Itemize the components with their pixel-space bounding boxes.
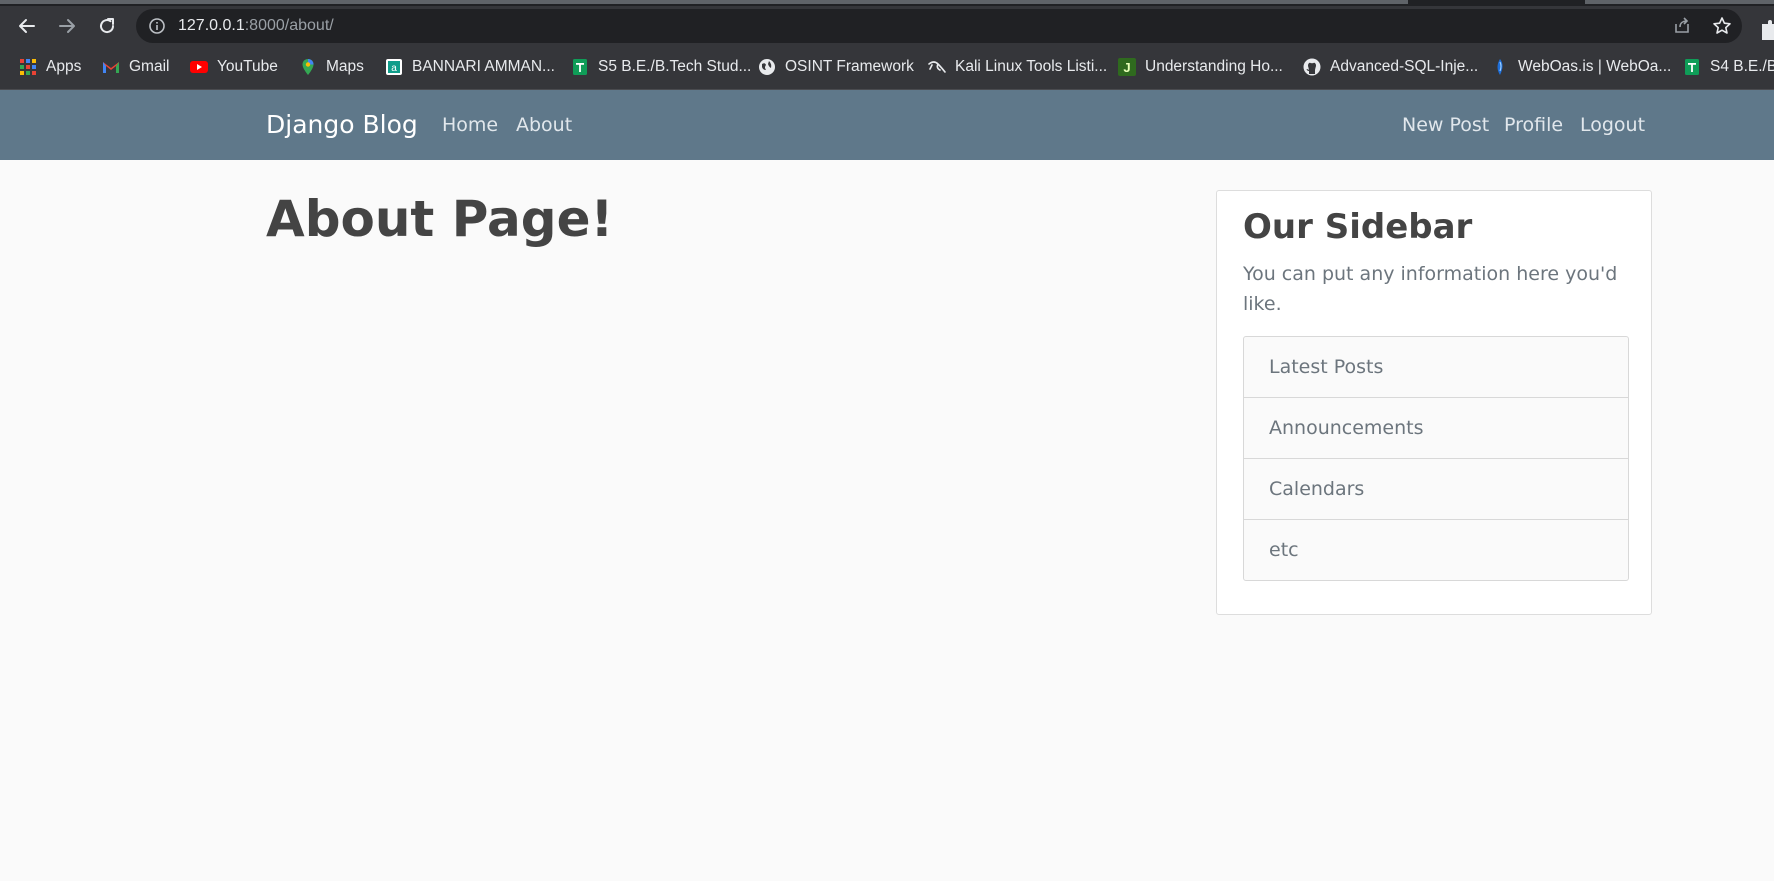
- weboasis-icon: [1491, 58, 1509, 76]
- sidebar-item-announcements[interactable]: Announcements: [1244, 398, 1628, 459]
- bookmark-osint[interactable]: OSINT Framework: [758, 56, 914, 78]
- url-host: 127.0.0.1: [178, 17, 245, 34]
- nav-new-post-link[interactable]: New Post: [1402, 114, 1489, 136]
- bookmark-label: S4 B.E./B.: [1710, 58, 1774, 75]
- bookmark-s4-sheet[interactable]: S4 B.E./B.: [1683, 56, 1774, 78]
- forward-arrow-icon: [59, 19, 75, 33]
- inactive-tab[interactable]: [1585, 0, 1774, 4]
- bookmark-label: YouTube: [217, 58, 278, 75]
- sidebar-description: You can put any information here you'd l…: [1243, 263, 1618, 315]
- back-button[interactable]: [9, 6, 45, 46]
- forward-button[interactable]: [49, 6, 85, 46]
- bookmark-s5-sheet[interactable]: S5 B.E./B.Tech Stud...: [571, 56, 751, 78]
- bookmark-weboasis[interactable]: WebOas.is | WebOa...: [1491, 56, 1671, 78]
- kali-icon: [928, 58, 946, 76]
- globe-icon: [758, 58, 776, 76]
- maps-icon: [299, 58, 317, 76]
- bookmark-apps[interactable]: Apps: [19, 56, 81, 78]
- share-icon[interactable]: [1672, 16, 1692, 36]
- site-info-icon[interactable]: [148, 17, 166, 35]
- svg-text:a: a: [391, 63, 397, 74]
- youtube-icon: [190, 58, 208, 76]
- sidebar-item-calendars[interactable]: Calendars: [1244, 459, 1628, 520]
- reload-icon: [100, 18, 115, 34]
- active-tab[interactable]: [0, 0, 1408, 4]
- sidebar-title: Our Sidebar: [1243, 207, 1473, 247]
- bookmark-label: OSINT Framework: [785, 58, 914, 75]
- bookmark-label: Gmail: [129, 58, 170, 75]
- gmail-icon: [102, 58, 120, 76]
- bannari-icon: a: [385, 58, 403, 76]
- nav-profile-link[interactable]: Profile: [1504, 114, 1563, 136]
- bookmark-label: Maps: [326, 58, 364, 75]
- bookmark-kali[interactable]: Kali Linux Tools Listi...: [928, 56, 1107, 78]
- address-bar[interactable]: 127.0.0.1:8000/about/: [136, 9, 1742, 43]
- site-navbar: Django Blog Home About New Post Profile …: [0, 90, 1774, 160]
- url-path: :8000/about/: [244, 17, 334, 34]
- nav-about-link[interactable]: About: [516, 114, 572, 136]
- browser-toolbar: 127.0.0.1:8000/about/: [0, 6, 1774, 46]
- sheets-icon: [1683, 58, 1701, 76]
- bookmark-label: S5 B.E./B.Tech Stud...: [598, 58, 752, 75]
- svg-text:J: J: [1123, 60, 1130, 75]
- bookmark-label: Advanced-SQL-Inje...: [1330, 58, 1479, 75]
- bookmark-label: Understanding Ho...: [1145, 58, 1283, 75]
- bookmark-youtube[interactable]: YouTube: [190, 56, 278, 78]
- bookmark-advanced-sql[interactable]: Advanced-SQL-Inje...: [1303, 56, 1478, 78]
- sheets-icon: [571, 58, 589, 76]
- bookmark-bannari[interactable]: a BANNARI AMMAN...: [385, 56, 555, 78]
- j-icon: J: [1118, 58, 1136, 76]
- bookmark-label: Apps: [46, 58, 82, 75]
- sidebar-item-latest-posts[interactable]: Latest Posts: [1244, 337, 1628, 398]
- sidebar-card: Our Sidebar You can put any information …: [1216, 190, 1652, 615]
- bookmark-label: WebOas.is | WebOa...: [1518, 58, 1672, 75]
- bookmark-label: BANNARI AMMAN...: [412, 58, 555, 75]
- bookmark-label: Kali Linux Tools Listi...: [955, 58, 1108, 75]
- sidebar-item-etc[interactable]: etc: [1244, 520, 1628, 580]
- apps-grid-icon: [19, 58, 37, 76]
- sidebar-list: Latest Posts Announcements Calendars etc: [1243, 336, 1629, 581]
- bookmark-star-icon[interactable]: [1712, 16, 1732, 36]
- bookmark-gmail[interactable]: Gmail: [102, 56, 169, 78]
- bookmark-understanding[interactable]: J Understanding Ho...: [1118, 56, 1283, 78]
- url-text[interactable]: 127.0.0.1:8000/about/: [178, 17, 334, 35]
- extensions-puzzle-icon[interactable]: [1760, 20, 1774, 42]
- nav-logout-link[interactable]: Logout: [1580, 114, 1645, 136]
- nav-home-link[interactable]: Home: [442, 114, 498, 136]
- bookmark-maps[interactable]: Maps: [299, 56, 364, 78]
- bookmarks-bar: Apps Gmail YouTube Maps a BANNARI AMMAN.…: [0, 46, 1774, 90]
- back-arrow-icon: [19, 19, 35, 33]
- brand-link[interactable]: Django Blog: [266, 110, 418, 139]
- page-title: About Page!: [266, 190, 614, 248]
- github-icon: [1303, 58, 1321, 76]
- reload-button[interactable]: [89, 6, 125, 46]
